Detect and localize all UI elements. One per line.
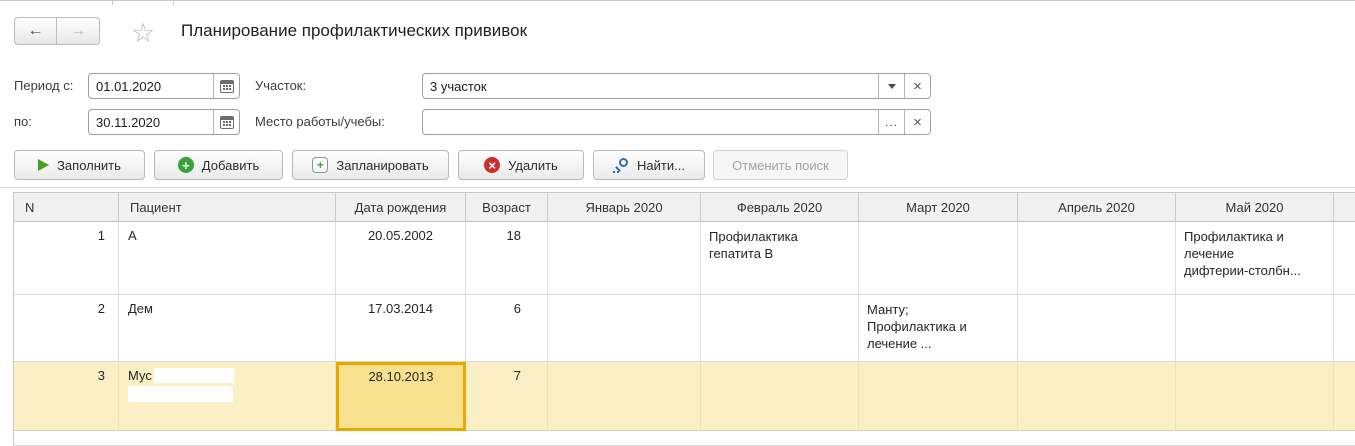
column-header-patient: Пациент (119, 192, 336, 222)
cell-mar[interactable] (859, 362, 1018, 431)
back-button[interactable]: ← (14, 17, 57, 45)
plan-plus-icon: + (312, 157, 328, 173)
cell-jan[interactable] (548, 295, 701, 362)
period-from-input[interactable] (89, 74, 213, 98)
history-nav-group: ← → (14, 17, 100, 45)
table-row: 1 А 20.05.2002 18 Профилактика гепатита … (14, 222, 1355, 295)
vaccination-plan-table: N Пациент Дата рождения Возраст Январь 2… (13, 192, 1355, 446)
cell-patient[interactable]: А (119, 222, 336, 295)
redaction-box (128, 386, 233, 402)
page-title: Планирование профилактических прививок (181, 21, 527, 41)
cell-overflow[interactable] (1334, 222, 1355, 295)
table-row: 2 Дем 17.03.2014 6 Манту; Профилактика и… (14, 295, 1355, 362)
patient-name-fragment: Мус (128, 368, 152, 383)
calendar-icon (220, 80, 234, 93)
column-header-apr: Апрель 2020 (1018, 192, 1176, 222)
search-icon (613, 157, 629, 173)
redaction-box (154, 368, 234, 383)
cell-apr[interactable] (1018, 295, 1176, 362)
window-top-border (0, 0, 1355, 1)
column-header-age: Возраст (466, 192, 548, 222)
find-button-label: Найти... (637, 158, 685, 173)
period-to-field (88, 109, 240, 135)
calendar-icon (220, 116, 234, 129)
favorite-star-icon[interactable]: ☆ (131, 18, 155, 48)
cell-feb[interactable] (701, 295, 859, 362)
uchastok-field: × (422, 73, 931, 99)
empty-next-row (14, 431, 1355, 446)
clear-icon: × (913, 115, 922, 130)
fill-button[interactable]: Заполнить (14, 150, 145, 180)
column-header-feb: Февраль 2020 (701, 192, 859, 222)
cell-n[interactable]: 3 (14, 362, 119, 431)
uchastok-clear-button[interactable]: × (904, 74, 930, 98)
column-header-n: N (14, 192, 119, 222)
column-header-mar: Март 2020 (859, 192, 1018, 222)
workplace-field: ... × (422, 109, 931, 135)
cell-feb[interactable] (701, 362, 859, 431)
add-button[interactable]: + Добавить (154, 150, 283, 180)
cell-mar[interactable] (859, 222, 1018, 295)
delete-cross-icon: × (484, 157, 500, 173)
ellipsis-icon: ... (885, 116, 898, 128)
delete-button[interactable]: × Удалить (458, 150, 584, 180)
find-button[interactable]: Найти... (593, 150, 705, 180)
cell-overflow[interactable] (1334, 295, 1355, 362)
uchastok-input[interactable] (423, 74, 878, 98)
workplace-more-button[interactable]: ... (878, 110, 904, 134)
cell-mar[interactable]: Манту; Профилактика и лечение ... (859, 295, 1018, 362)
tab-separator (173, 0, 174, 5)
cell-patient[interactable]: Дем (119, 295, 336, 362)
clear-icon: × (913, 79, 922, 94)
uchastok-label: Участок: (255, 73, 306, 99)
cell-feb[interactable]: Профилактика гепатита В (701, 222, 859, 295)
cell-birthdate-selected[interactable]: 28.10.2013 (336, 362, 466, 431)
period-to-label: по: (14, 109, 32, 135)
fill-button-label: Заполнить (57, 158, 121, 173)
add-button-label: Добавить (202, 158, 259, 173)
column-header-birthdate: Дата рождения (336, 192, 466, 222)
column-header-may: Май 2020 (1176, 192, 1334, 222)
tab-separator (112, 0, 113, 5)
period-to-calendar-button[interactable] (213, 110, 239, 134)
cancel-search-button[interactable]: Отменить поиск (713, 150, 848, 180)
cell-age[interactable]: 18 (466, 222, 548, 295)
table-row-selected: 3 Мус 28.10.2013 7 (14, 362, 1355, 431)
cell-overflow[interactable] (1334, 362, 1355, 431)
workplace-input[interactable] (423, 110, 878, 134)
period-from-field (88, 73, 240, 99)
cell-age[interactable]: 7 (466, 362, 548, 431)
cell-jan[interactable] (548, 362, 701, 431)
plan-button-label: Запланировать (336, 158, 428, 173)
period-from-calendar-button[interactable] (213, 74, 239, 98)
uchastok-dropdown-button[interactable] (878, 74, 904, 98)
cell-may[interactable] (1176, 295, 1334, 362)
cell-age[interactable]: 6 (466, 295, 548, 362)
cell-patient[interactable]: Мус (119, 362, 336, 431)
cell-n[interactable]: 2 (14, 295, 119, 362)
table-header-row: N Пациент Дата рождения Возраст Январь 2… (14, 192, 1355, 222)
plan-button[interactable]: + Запланировать (292, 150, 449, 180)
play-icon (38, 159, 49, 171)
column-header-jan: Январь 2020 (548, 192, 701, 222)
cell-n[interactable]: 1 (14, 222, 119, 295)
forward-button[interactable]: → (57, 17, 100, 45)
cell-birthdate[interactable]: 17.03.2014 (336, 295, 466, 362)
cell-birthdate[interactable]: 20.05.2002 (336, 222, 466, 295)
cancel-search-button-label: Отменить поиск (732, 158, 829, 173)
cell-jan[interactable] (548, 222, 701, 295)
cell-may[interactable]: Профилактика и лечение дифтерии-столбн..… (1176, 222, 1334, 295)
chevron-down-icon (888, 84, 896, 89)
workplace-label: Место работы/учебы: (255, 109, 385, 135)
period-from-label: Период с: (14, 73, 73, 99)
plus-circle-icon: + (178, 157, 194, 173)
column-header-overflow (1334, 192, 1355, 222)
cell-apr[interactable] (1018, 362, 1176, 431)
delete-button-label: Удалить (508, 158, 558, 173)
cell-may[interactable] (1176, 362, 1334, 431)
period-to-input[interactable] (89, 110, 213, 134)
cell-apr[interactable] (1018, 222, 1176, 295)
workplace-clear-button[interactable]: × (904, 110, 930, 134)
toolbar-separator (0, 187, 1355, 188)
